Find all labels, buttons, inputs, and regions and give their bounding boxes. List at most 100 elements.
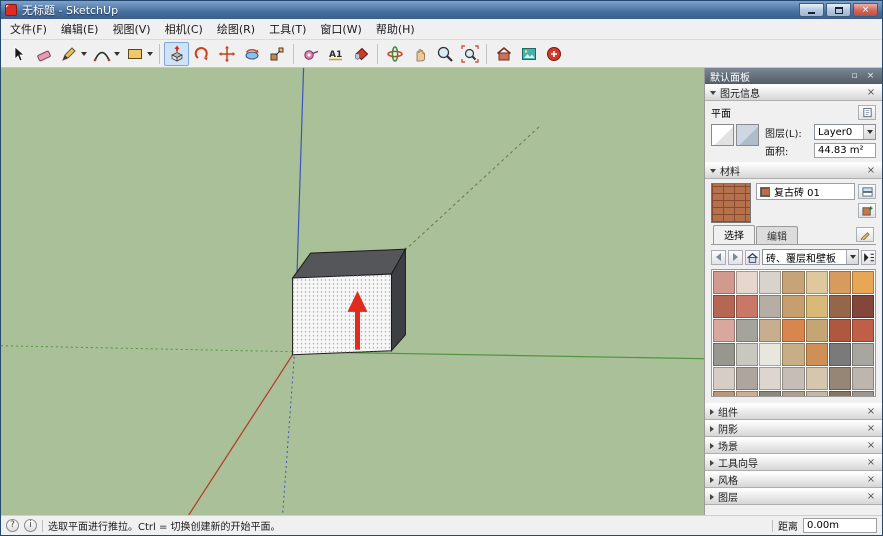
material-swatch[interactable] — [736, 367, 758, 390]
material-swatch[interactable] — [736, 295, 758, 318]
close-icon[interactable]: × — [865, 87, 877, 99]
material-swatch[interactable] — [736, 319, 758, 342]
create-material-button[interactable] — [858, 203, 876, 218]
chevron-down-icon[interactable] — [863, 125, 875, 139]
menu-item[interactable]: 编辑(E) — [54, 19, 106, 39]
line-tool-dropdown-icon[interactable] — [81, 52, 87, 56]
maximize-button[interactable] — [826, 3, 851, 17]
back-face-color-swatch[interactable] — [736, 124, 759, 146]
back-button[interactable] — [711, 250, 726, 265]
menu-item[interactable]: 相机(C) — [158, 19, 210, 39]
select-tool-button[interactable] — [6, 42, 31, 66]
material-swatch[interactable] — [736, 271, 758, 294]
menu-item[interactable]: 视图(V) — [105, 19, 157, 39]
zoom-tool-button[interactable] — [432, 42, 457, 66]
tape-measure-tool-button[interactable] — [298, 42, 323, 66]
panel-section-collapsed[interactable]: 风格 × — [705, 471, 882, 488]
material-swatch[interactable] — [713, 391, 735, 397]
chevron-down-icon[interactable] — [846, 250, 858, 264]
pin-icon[interactable]: ▫ — [848, 70, 861, 82]
material-swatch[interactable] — [759, 391, 781, 397]
front-face-color-swatch[interactable] — [711, 124, 734, 146]
tab-edit[interactable]: 编辑 — [756, 226, 798, 244]
material-swatch[interactable] — [782, 391, 804, 397]
material-preview[interactable] — [711, 183, 751, 223]
material-swatch[interactable] — [829, 271, 851, 294]
shape-tool-dropdown-icon[interactable] — [147, 52, 153, 56]
material-swatch[interactable] — [829, 319, 851, 342]
pan-tool-button[interactable] — [407, 42, 432, 66]
forward-button[interactable] — [728, 250, 743, 265]
in-model-button[interactable] — [745, 250, 760, 265]
material-swatch[interactable] — [829, 391, 851, 397]
sample-paint-button[interactable] — [856, 227, 874, 242]
viewport-canvas[interactable] — [1, 68, 704, 515]
dimension-tool-button[interactable]: A1 — [323, 42, 348, 66]
material-swatch[interactable] — [806, 367, 828, 390]
close-icon[interactable]: × — [865, 165, 877, 177]
panel-section-collapsed[interactable]: 组件 × — [705, 403, 882, 420]
measurement-input[interactable]: 0.00m — [803, 518, 877, 533]
tray-title-bar[interactable]: 默认面板 ▫ × — [705, 68, 882, 84]
material-swatch[interactable] — [829, 367, 851, 390]
pushpull-tool-button[interactable] — [164, 42, 189, 66]
entity-details-button[interactable] — [858, 105, 876, 120]
arc-tool-dropdown-icon[interactable] — [114, 52, 120, 56]
warehouse-tool-button[interactable] — [491, 42, 516, 66]
material-swatch[interactable] — [852, 319, 874, 342]
material-swatch[interactable] — [759, 319, 781, 342]
zoom-extents-tool-button[interactable] — [457, 42, 482, 66]
panel-section-collapsed[interactable]: 场景 × — [705, 437, 882, 454]
material-swatch[interactable] — [782, 319, 804, 342]
material-swatch[interactable] — [806, 343, 828, 366]
tab-select[interactable]: 选择 — [713, 225, 755, 244]
minimize-button[interactable] — [799, 3, 824, 17]
tray-close-icon[interactable]: × — [864, 70, 877, 82]
geolocation-icon[interactable]: ? — [6, 519, 19, 532]
material-swatch[interactable] — [782, 271, 804, 294]
material-swatch[interactable] — [713, 367, 735, 390]
material-swatch[interactable] — [759, 295, 781, 318]
material-swatch[interactable] — [759, 343, 781, 366]
material-swatch[interactable] — [806, 319, 828, 342]
material-swatch[interactable] — [829, 343, 851, 366]
menu-item[interactable]: 绘图(R) — [210, 19, 262, 39]
scale-tool-button[interactable] — [264, 42, 289, 66]
followme-tool-button[interactable] — [189, 42, 214, 66]
panel-section-collapsed[interactable]: 图层 × — [705, 488, 882, 505]
credits-icon[interactable]: i — [24, 519, 37, 532]
material-swatch[interactable] — [806, 271, 828, 294]
material-swatch[interactable] — [782, 343, 804, 366]
material-swatch[interactable] — [782, 295, 804, 318]
material-swatch[interactable] — [829, 295, 851, 318]
arc-tool-button[interactable] — [89, 42, 114, 66]
material-swatch[interactable] — [806, 391, 828, 397]
material-swatch[interactable] — [736, 343, 758, 366]
material-swatch[interactable] — [713, 271, 735, 294]
material-swatch[interactable] — [713, 319, 735, 342]
paint-bucket-tool-button[interactable] — [348, 42, 373, 66]
material-swatch[interactable] — [759, 271, 781, 294]
materials-header[interactable]: 材料 × — [705, 162, 882, 179]
close-icon[interactable]: × — [865, 491, 877, 503]
shape-tool-button[interactable] — [122, 42, 147, 66]
material-swatch[interactable] — [852, 295, 874, 318]
entity-info-header[interactable]: 图元信息 × — [705, 84, 882, 101]
rotate-tool-button[interactable] — [239, 42, 264, 66]
material-swatch[interactable] — [852, 367, 874, 390]
material-swatch[interactable] — [806, 295, 828, 318]
orbit-tool-button[interactable] — [382, 42, 407, 66]
material-swatch[interactable] — [713, 343, 735, 366]
material-swatch[interactable] — [736, 391, 758, 397]
material-swatch[interactable] — [713, 295, 735, 318]
close-button[interactable]: × — [853, 3, 878, 17]
menu-item[interactable]: 窗口(W) — [313, 19, 368, 39]
close-icon[interactable]: × — [865, 440, 877, 452]
panel-section-collapsed[interactable]: 工具向导 × — [705, 454, 882, 471]
menu-item[interactable]: 工具(T) — [262, 19, 313, 39]
material-swatch[interactable] — [852, 271, 874, 294]
move-tool-button[interactable] — [214, 42, 239, 66]
material-swatch[interactable] — [782, 367, 804, 390]
close-icon[interactable]: × — [865, 406, 877, 418]
close-icon[interactable]: × — [865, 474, 877, 486]
